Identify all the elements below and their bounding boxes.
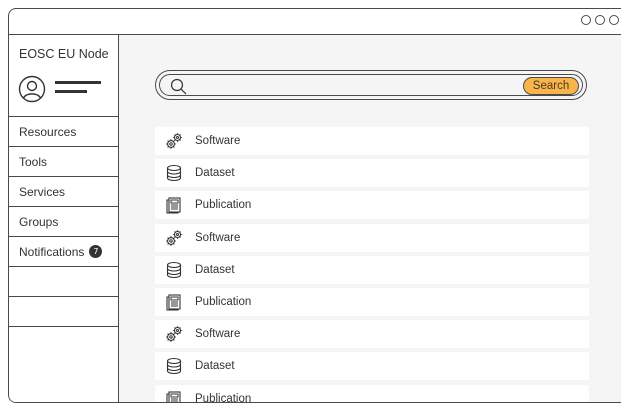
result-item[interactable]: Dataset [155, 352, 589, 380]
window-control-icon[interactable] [609, 15, 619, 25]
window-control-icon[interactable] [595, 15, 605, 25]
sidebar-item-label: Tools [19, 155, 47, 169]
result-item[interactable]: Software [155, 320, 589, 348]
sidebar-item-notifications[interactable]: Notifications 7 [9, 237, 118, 267]
document-icon [165, 390, 183, 403]
search-input[interactable] [194, 77, 518, 97]
document-icon [165, 196, 183, 214]
result-label: Software [195, 232, 240, 244]
search-icon [170, 78, 187, 95]
result-label: Dataset [195, 167, 235, 179]
search-button[interactable]: Search [523, 77, 579, 95]
database-icon [165, 357, 183, 375]
title-bar [9, 9, 621, 35]
sidebar-item-tools[interactable]: Tools [9, 147, 118, 177]
result-item[interactable]: Dataset [155, 159, 589, 187]
gears-icon [165, 132, 183, 150]
result-label: Publication [195, 199, 251, 211]
document-icon [165, 293, 183, 311]
database-icon [165, 164, 183, 182]
sidebar: EOSC EU Node Resources Tools Services Gr… [9, 35, 119, 402]
sidebar-item-groups[interactable]: Groups [9, 207, 118, 237]
search-bar: Search [155, 70, 587, 100]
search-box: Search [159, 74, 583, 96]
result-label: Software [195, 135, 240, 147]
results-list: Software Dataset Publication Software Datase… [155, 127, 589, 403]
result-label: Software [195, 328, 240, 340]
user-avatar-icon[interactable] [18, 75, 46, 103]
gears-icon [165, 325, 183, 343]
result-item[interactable]: Software [155, 127, 589, 155]
result-item[interactable]: Publication [155, 191, 589, 219]
sidebar-empty-slot [9, 267, 118, 297]
gears-icon [165, 229, 183, 247]
result-item[interactable]: Publication [155, 288, 589, 316]
database-icon [165, 261, 183, 279]
window-controls [581, 15, 619, 25]
sidebar-item-label: Services [19, 185, 65, 199]
sidebar-item-resources[interactable]: Resources [9, 117, 118, 147]
sidebar-item-services[interactable]: Services [9, 177, 118, 207]
result-label: Dataset [195, 360, 235, 372]
sidebar-header: EOSC EU Node [9, 35, 118, 117]
sidebar-item-label: Resources [19, 125, 76, 139]
window-control-icon[interactable] [581, 15, 591, 25]
result-label: Publication [195, 393, 251, 403]
result-label: Dataset [195, 264, 235, 276]
result-label: Publication [195, 296, 251, 308]
user-name-placeholder [55, 81, 101, 99]
main-content: Search SoftwareDatasetPublicationSoftwar… [119, 35, 621, 402]
notification-count-badge: 7 [89, 245, 102, 258]
app-window: EOSC EU Node Resources Tools Services Gr… [8, 8, 621, 403]
result-item[interactable]: Publication [155, 385, 589, 403]
sidebar-empty-slot [9, 297, 118, 327]
sidebar-item-label: Notifications [19, 245, 84, 259]
result-item[interactable]: Dataset [155, 256, 589, 284]
brand-name: EOSC EU Node [19, 47, 109, 61]
sidebar-item-label: Groups [19, 215, 58, 229]
result-item[interactable]: Software [155, 224, 589, 252]
